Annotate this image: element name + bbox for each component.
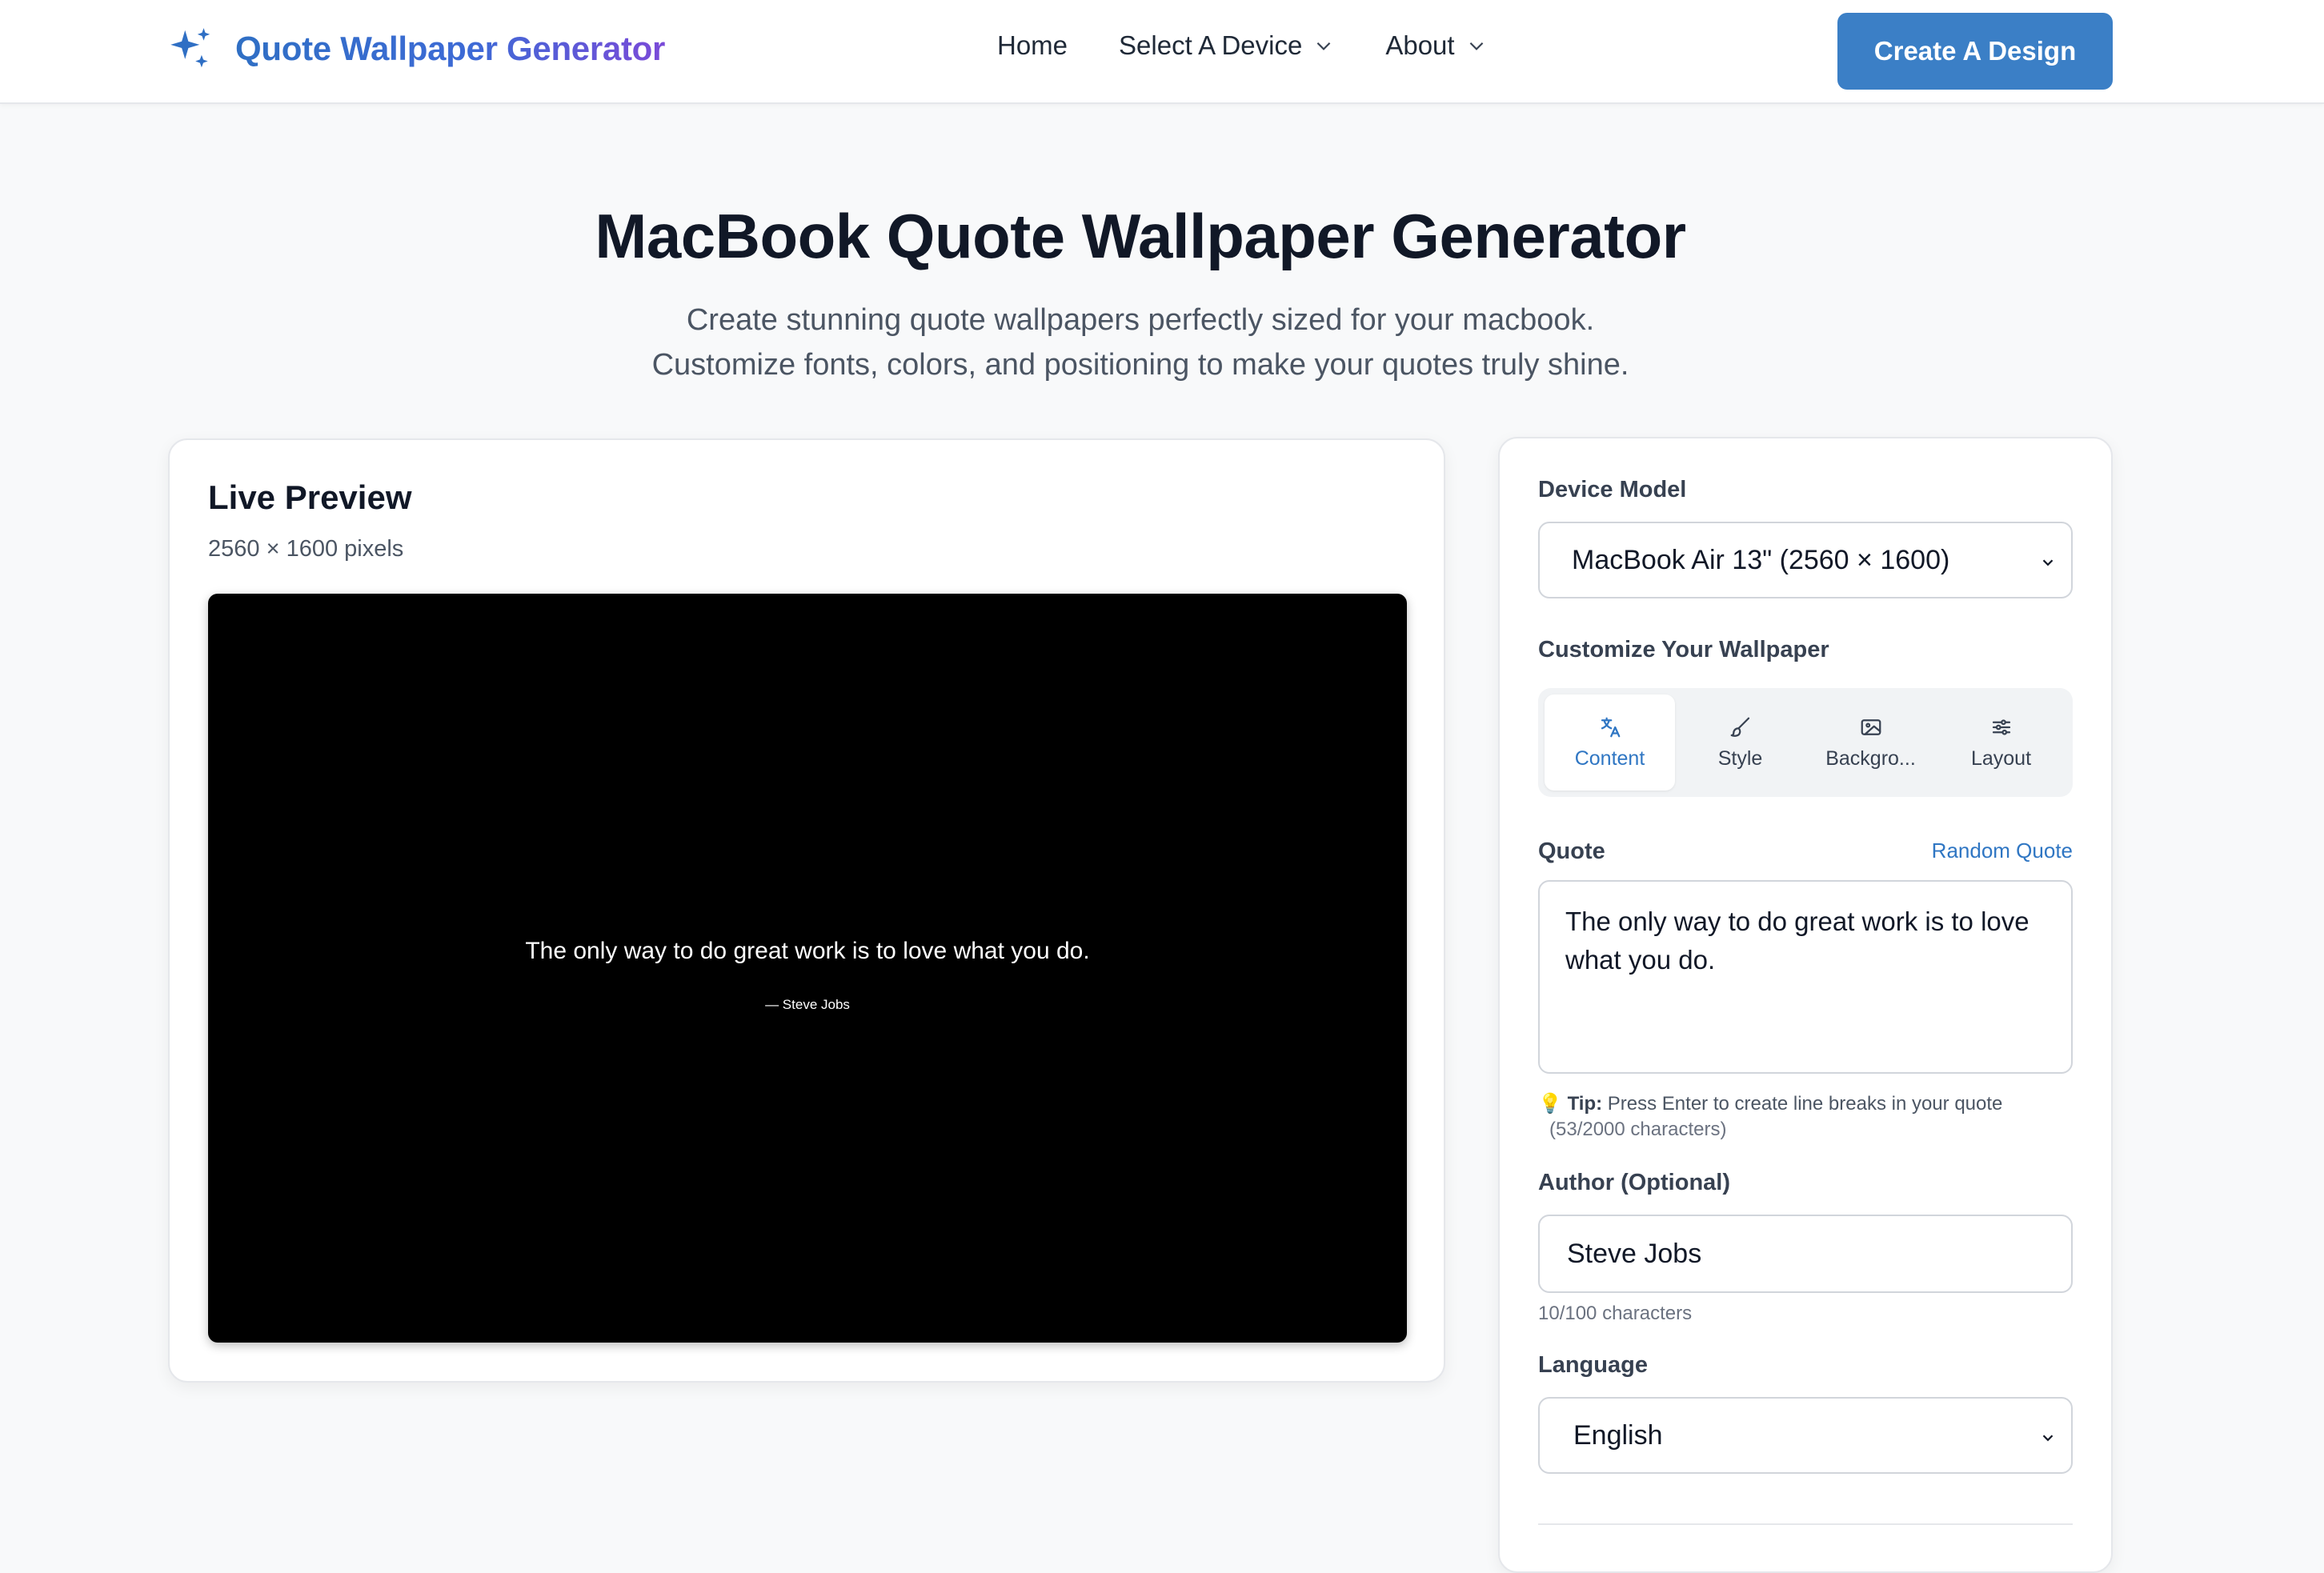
language-label: Language	[1538, 1352, 1648, 1378]
page-title: MacBook Quote Wallpaper Generator	[595, 201, 1686, 271]
live-preview-card: Live Preview 2560 × 1600 pixels The only…	[168, 438, 1445, 1383]
preview-title: Live Preview	[208, 478, 412, 516]
tab-background[interactable]: Backgro...	[1805, 694, 1936, 791]
tip-strong: Tip:	[1567, 1093, 1603, 1115]
main-nav: Home Select A Device About	[997, 30, 1487, 61]
preview-author-text: — Steve Jobs	[765, 997, 850, 1012]
nav-home-label: Home	[997, 30, 1068, 60]
language-select[interactable]: English	[1538, 1397, 2073, 1474]
brand-title: Quote Wallpaper Generator	[235, 30, 666, 67]
nav-home[interactable]: Home	[997, 30, 1068, 61]
device-model-value: MacBook Air 13" (2560 × 1600)	[1572, 544, 1950, 575]
chevron-down-icon	[2042, 559, 2054, 566]
subtitle-line-2: Customize fonts, colors, and positioning…	[651, 348, 1629, 382]
controls-panel: Device Model MacBook Air 13" (2560 × 160…	[1498, 437, 2113, 1573]
preview-quote-text: The only way to do great work is to love…	[525, 938, 1090, 964]
brand-logo-link[interactable]: Quote Wallpaper Generator	[166, 24, 665, 74]
tab-style-label: Style	[1717, 746, 1763, 770]
author-label: Author (Optional)	[1538, 1170, 1731, 1195]
chevron-down-icon	[2042, 1435, 2054, 1442]
top-header: Quote Wallpaper Generator Home Select A …	[0, 0, 2324, 104]
author-input-value: Steve Jobs	[1567, 1238, 1702, 1269]
tab-layout-label: Layout	[1970, 746, 2032, 770]
tip-text: Press Enter to create line breaks in you…	[1607, 1093, 2003, 1115]
chevron-down-icon	[1469, 42, 1483, 50]
nav-select-device-label: Select A Device	[1119, 30, 1303, 60]
tab-background-label: Backgro...	[1825, 746, 1916, 770]
random-quote-link[interactable]: Random Quote	[1932, 839, 2073, 863]
tab-content-label: Content	[1574, 746, 1645, 770]
lightbulb-icon: 💡	[1538, 1093, 1562, 1115]
subtitle-line-1: Create stunning quote wallpapers perfect…	[686, 303, 1595, 337]
section-divider	[1538, 1523, 2073, 1525]
tab-style[interactable]: Style	[1675, 694, 1805, 791]
sliders-icon	[1992, 718, 2010, 735]
image-icon	[1861, 718, 1881, 735]
language-value: English	[1573, 1419, 1663, 1451]
customize-tabs: Content Style Backgro... Layout	[1538, 688, 2073, 797]
preview-dimensions: 2560 × 1600 pixels	[208, 536, 404, 562]
quote-tip: 💡 Tip: Press Enter to create line breaks…	[1538, 1091, 2018, 1143]
nav-select-device[interactable]: Select A Device	[1119, 30, 1334, 61]
device-model-select[interactable]: MacBook Air 13" (2560 × 1600)	[1538, 522, 2073, 598]
nav-about-label: About	[1385, 30, 1455, 60]
author-input[interactable]: Steve Jobs	[1538, 1215, 2073, 1293]
author-char-count: 10/100 characters	[1538, 1303, 1693, 1324]
translate-icon	[1601, 717, 1620, 737]
quote-char-count: (53/2000 characters)	[1549, 1119, 1727, 1140]
page-subtitle: Create stunning quote wallpapers perfect…	[0, 298, 2281, 387]
wallpaper-preview-canvas: The only way to do great work is to love…	[208, 594, 1407, 1343]
customize-label: Customize Your Wallpaper	[1538, 637, 1829, 662]
tab-content[interactable]: Content	[1545, 694, 1675, 791]
brush-icon	[1730, 717, 1749, 737]
create-design-button[interactable]: Create A Design	[1837, 13, 2113, 90]
quote-textarea[interactable]: The only way to do great work is to love…	[1538, 880, 2073, 1074]
chevron-down-icon	[1316, 42, 1331, 50]
tab-layout[interactable]: Layout	[1936, 694, 2066, 791]
sparkles-icon	[170, 28, 210, 68]
nav-about[interactable]: About	[1385, 30, 1486, 61]
device-model-label: Device Model	[1538, 477, 1687, 502]
quote-label: Quote	[1538, 839, 1605, 864]
